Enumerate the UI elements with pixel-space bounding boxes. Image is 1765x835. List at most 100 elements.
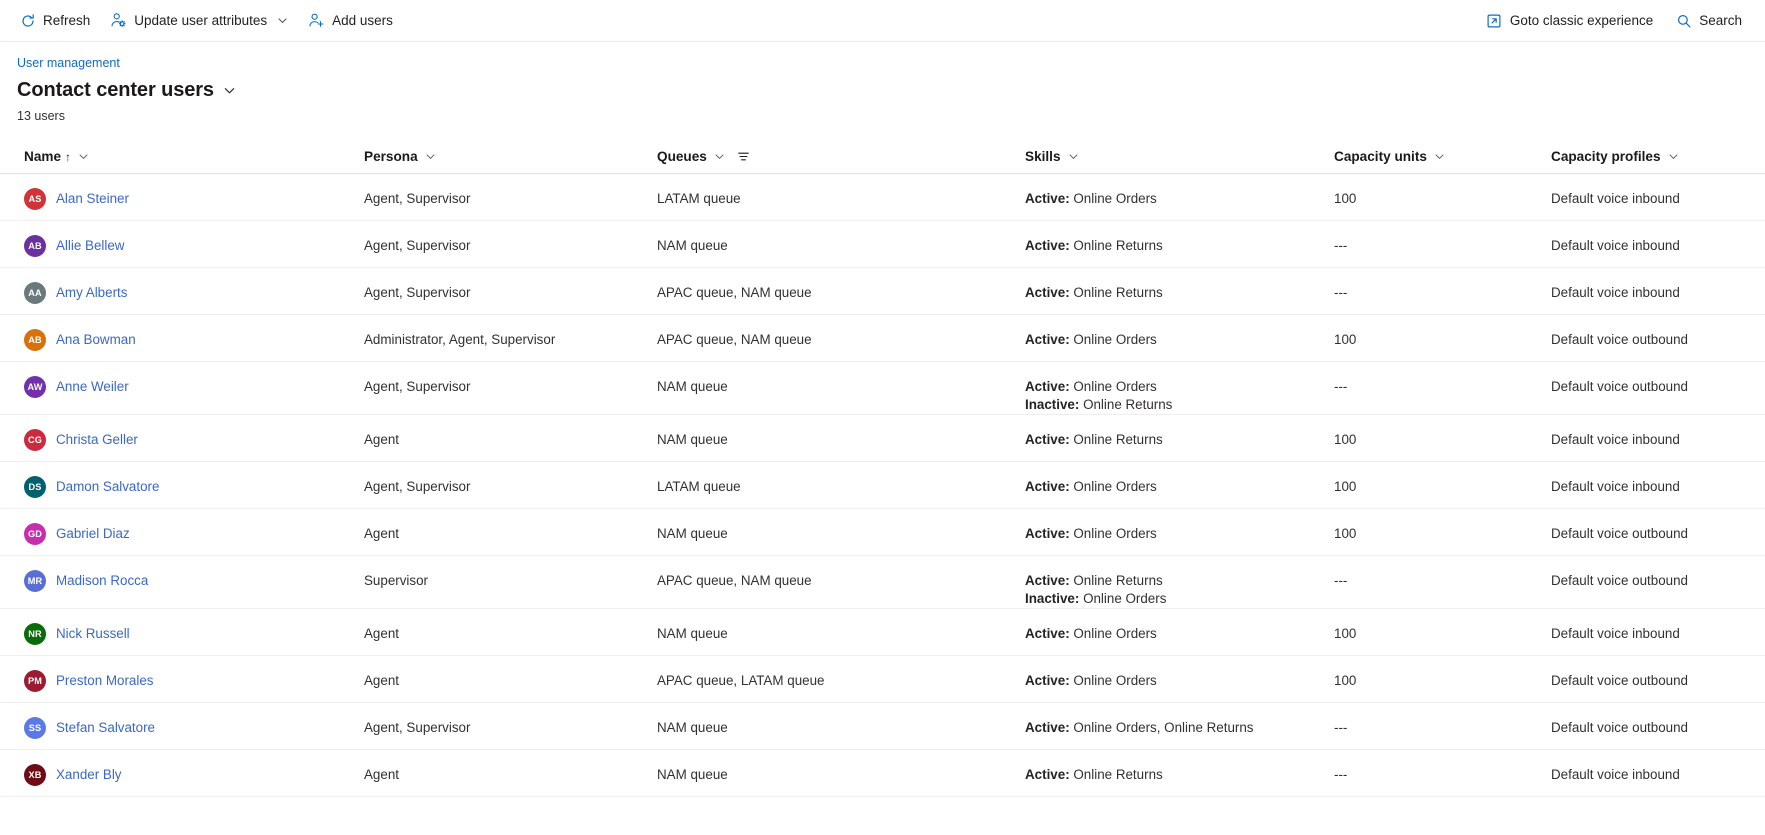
name-cell: XB Xander Bly bbox=[24, 750, 344, 786]
goto-classic-experience-button[interactable]: Goto classic experience bbox=[1477, 5, 1662, 37]
cell-skills: Active: Online Orders Inactive: Online Re… bbox=[1015, 362, 1324, 414]
add-users-button[interactable]: Add users bbox=[299, 5, 402, 37]
cell-name: CG Christa Geller bbox=[14, 415, 354, 451]
user-name-link[interactable]: Ana Bowman bbox=[56, 331, 136, 349]
skill-line: Inactive: Online Orders bbox=[1025, 590, 1314, 608]
cell-queues: NAM queue bbox=[657, 238, 728, 253]
cell-capacity-units: --- bbox=[1334, 238, 1348, 253]
table-row[interactable]: AB Ana Bowman Administrator, Agent, Superv… bbox=[0, 315, 1765, 362]
cell-capacity-units: --- bbox=[1334, 285, 1348, 300]
table-row[interactable]: DS Damon Salvatore Agent, Supervisor LATAM … bbox=[0, 462, 1765, 509]
table-row[interactable]: NR Nick Russell Agent NAM queue Active: Onli… bbox=[0, 609, 1765, 656]
user-name-link[interactable]: Christa Geller bbox=[56, 431, 138, 449]
user-name-link[interactable]: Anne Weiler bbox=[56, 378, 129, 396]
cell-capacity-profiles: Default voice outbound bbox=[1551, 526, 1688, 541]
column-header-label: Name bbox=[24, 149, 62, 164]
refresh-button[interactable]: Refresh bbox=[10, 5, 99, 37]
column-menu-chevron-down-icon[interactable] bbox=[78, 151, 89, 162]
skill-state-label: Active: bbox=[1025, 573, 1070, 588]
column-menu-chevron-down-icon[interactable] bbox=[425, 151, 436, 162]
cell-queues: LATAM queue bbox=[657, 479, 741, 494]
user-name-link[interactable]: Damon Salvatore bbox=[56, 478, 159, 496]
skill-line: Active: Online Returns bbox=[1025, 431, 1314, 449]
cell-name: NR Nick Russell bbox=[14, 609, 354, 645]
skill-state-label: Active: bbox=[1025, 432, 1070, 447]
column-header-queues[interactable]: Queues bbox=[647, 140, 1015, 174]
update-user-attributes-label: Update user attributes bbox=[134, 13, 268, 28]
cell-capacity-profiles: Default voice inbound bbox=[1551, 238, 1680, 253]
name-cell: AB Allie Bellew bbox=[24, 221, 344, 257]
name-cell: CG Christa Geller bbox=[24, 415, 344, 451]
cell-persona: Agent bbox=[364, 673, 399, 688]
name-cell: AB Ana Bowman bbox=[24, 315, 344, 351]
user-name-link[interactable]: Stefan Salvatore bbox=[56, 719, 155, 737]
user-name-link[interactable]: Xander Bly bbox=[56, 766, 122, 784]
column-header-capacity-profiles[interactable]: Capacity profiles bbox=[1541, 140, 1751, 174]
table-row[interactable]: AA Amy Alberts Agent, Supervisor APAC queue… bbox=[0, 268, 1765, 315]
column-header-persona[interactable]: Persona bbox=[354, 140, 647, 174]
skill-line: Active: Online Orders bbox=[1025, 478, 1314, 496]
cell-persona: Agent, Supervisor bbox=[364, 479, 471, 494]
cell-capacity-profiles: Default voice inbound bbox=[1551, 479, 1680, 494]
user-name-link[interactable]: Madison Rocca bbox=[56, 572, 148, 590]
search-button[interactable]: Search bbox=[1666, 5, 1751, 37]
skill-state-label: Active: bbox=[1025, 673, 1070, 688]
cell-capacity-profiles: Default voice outbound bbox=[1551, 573, 1688, 588]
cell-persona: Agent, Supervisor bbox=[364, 285, 471, 300]
command-bar-right-group: Goto classic experience Search bbox=[1477, 5, 1751, 37]
user-settings-icon bbox=[110, 12, 127, 29]
cell-skills: Active: Online Orders, Online Returns bbox=[1015, 703, 1324, 737]
skill-value: Online Returns bbox=[1073, 238, 1163, 253]
column-header-label: Capacity units bbox=[1334, 149, 1427, 164]
user-name-link[interactable]: Amy Alberts bbox=[56, 284, 127, 302]
cell-skills: Active: Online Orders bbox=[1015, 609, 1324, 643]
name-cell: GD Gabriel Diaz bbox=[24, 509, 344, 545]
table-row[interactable]: MR Madison Rocca Supervisor APAC queue, NAM… bbox=[0, 556, 1765, 609]
table-row[interactable]: SS Stefan Salvatore Agent, Supervisor NAM q… bbox=[0, 703, 1765, 750]
column-filter-icon[interactable] bbox=[737, 150, 750, 163]
user-name-link[interactable]: Preston Morales bbox=[56, 672, 154, 690]
cell-queues: NAM queue bbox=[657, 626, 728, 641]
table-row[interactable]: XB Xander Bly Agent NAM queue Active: Online… bbox=[0, 750, 1765, 797]
user-name-link[interactable]: Alan Steiner bbox=[56, 190, 129, 208]
skill-state-label: Active: bbox=[1025, 191, 1070, 206]
table-row[interactable]: AB Allie Bellew Agent, Supervisor NAM queue… bbox=[0, 221, 1765, 268]
grid-header-row: Name ↑ Persona Queues Skills Capacity units Ca… bbox=[0, 140, 1765, 174]
chevron-down-icon bbox=[277, 15, 288, 26]
user-name-link[interactable]: Gabriel Diaz bbox=[56, 525, 130, 543]
skill-value: Online Orders, Online Returns bbox=[1073, 720, 1254, 735]
skill-line: Active: Online Orders bbox=[1025, 525, 1314, 543]
cell-persona: Agent bbox=[364, 526, 399, 541]
skill-line: Active: Online Returns bbox=[1025, 766, 1314, 784]
update-user-attributes-button[interactable]: Update user attributes bbox=[101, 5, 297, 37]
cell-capacity-profiles: Default voice inbound bbox=[1551, 626, 1680, 641]
view-selector-chevron-down-icon[interactable] bbox=[223, 84, 236, 97]
skill-state-label: Active: bbox=[1025, 285, 1070, 300]
avatar: PM bbox=[24, 670, 46, 692]
avatar: CG bbox=[24, 429, 46, 451]
skill-value: Online Orders bbox=[1073, 526, 1157, 541]
cell-capacity-profiles: Default voice outbound bbox=[1551, 379, 1688, 394]
user-name-link[interactable]: Allie Bellew bbox=[56, 237, 124, 255]
cell-persona: Agent, Supervisor bbox=[364, 238, 471, 253]
breadcrumb-user-management[interactable]: User management bbox=[17, 55, 120, 71]
skill-line: Active: Online Orders, Online Returns bbox=[1025, 719, 1314, 737]
cell-capacity-units: 100 bbox=[1334, 332, 1357, 347]
column-menu-chevron-down-icon[interactable] bbox=[1068, 151, 1079, 162]
cell-capacity-profiles: Default voice inbound bbox=[1551, 432, 1680, 447]
cell-queues: NAM queue bbox=[657, 432, 728, 447]
column-header-name[interactable]: Name ↑ bbox=[14, 140, 354, 174]
column-menu-chevron-down-icon[interactable] bbox=[1668, 151, 1679, 162]
column-header-skills[interactable]: Skills bbox=[1015, 140, 1324, 174]
cell-capacity-profiles: Default voice outbound bbox=[1551, 332, 1688, 347]
table-row[interactable]: PM Preston Morales Agent APAC queue, LATAM … bbox=[0, 656, 1765, 703]
table-row[interactable]: CG Christa Geller Agent NAM queue Active: On… bbox=[0, 415, 1765, 462]
table-row[interactable]: GD Gabriel Diaz Agent NAM queue Active: Onli… bbox=[0, 509, 1765, 556]
column-menu-chevron-down-icon[interactable] bbox=[1434, 151, 1445, 162]
user-name-link[interactable]: Nick Russell bbox=[56, 625, 130, 643]
table-row[interactable]: AW Anne Weiler Agent, Supervisor NAM queue A… bbox=[0, 362, 1765, 415]
cell-skills: Active: Online Orders bbox=[1015, 509, 1324, 543]
column-menu-chevron-down-icon[interactable] bbox=[714, 151, 725, 162]
column-header-capacity-units[interactable]: Capacity units bbox=[1324, 140, 1541, 174]
table-row[interactable]: AS Alan Steiner Agent, Supervisor LATAM que… bbox=[0, 174, 1765, 221]
